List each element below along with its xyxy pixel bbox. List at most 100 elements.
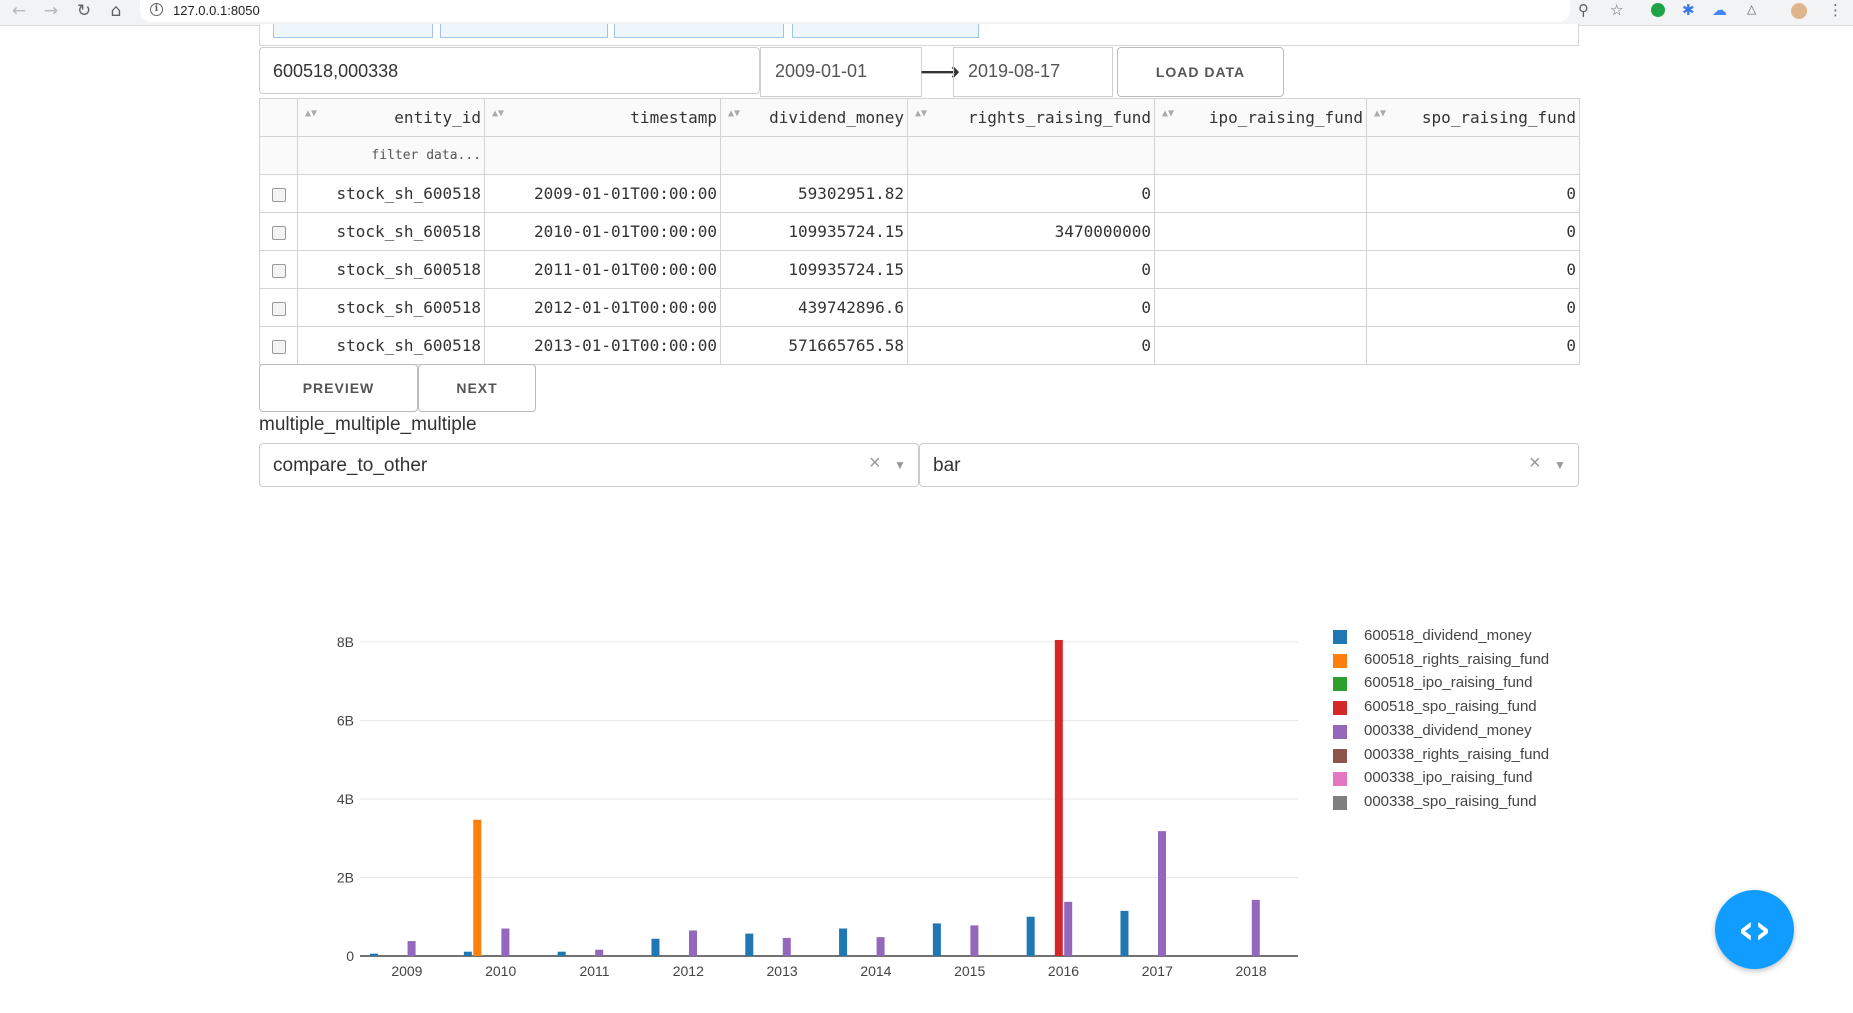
bar-600518_dividend_money-2012[interactable]: [651, 938, 660, 956]
bar-600518_rights_raising_fund-2010[interactable]: [473, 819, 482, 956]
sort-icon[interactable]: ▲▼: [911, 108, 927, 119]
cell-timestamp[interactable]: 2012-01-01T00:00:00: [484, 288, 721, 327]
cell-rights-raising-fund[interactable]: 0: [907, 250, 1155, 289]
cell-timestamp[interactable]: 2013-01-01T00:00:00: [484, 326, 721, 365]
chevron-down-icon[interactable]: ▼: [1554, 458, 1566, 472]
bar-600518_spo_raising_fund-2016[interactable]: [1054, 639, 1063, 956]
sort-icon[interactable]: ▲▼: [301, 108, 317, 119]
bookmark-star-icon[interactable]: ☆: [1610, 1, 1623, 19]
extension-cloud-icon[interactable]: ☁: [1712, 1, 1727, 19]
cell-timestamp[interactable]: 2011-01-01T00:00:00: [484, 250, 721, 289]
bar-000338_dividend_money-2015[interactable]: [970, 925, 979, 956]
chart-type-dropdown[interactable]: bar × ▼: [919, 443, 1579, 487]
filter-input-spo-raising-fund[interactable]: [1366, 136, 1580, 175]
cell-entity-id[interactable]: stock_sh_600518: [297, 326, 485, 365]
cell-dividend-money[interactable]: 109935724.15: [720, 212, 908, 251]
cell-dividend-money[interactable]: 59302951.82: [720, 174, 908, 213]
cell-spo-raising-fund[interactable]: 0: [1366, 174, 1580, 213]
cell-ipo-raising-fund[interactable]: [1154, 288, 1367, 327]
dev-tools-code-button[interactable]: ‹›: [1715, 890, 1794, 969]
extension-warning-icon[interactable]: △: [1747, 2, 1756, 16]
cell-entity-id[interactable]: stock_sh_600518: [297, 212, 485, 251]
sort-icon[interactable]: ▲▼: [1158, 108, 1174, 119]
cell-dividend-money[interactable]: 571665765.58: [720, 326, 908, 365]
cell-spo-raising-fund[interactable]: 0: [1366, 212, 1580, 251]
previous-page-button[interactable]: PREVIEW: [259, 364, 418, 412]
row-checkbox[interactable]: [271, 301, 286, 316]
cell-ipo-raising-fund[interactable]: [1154, 326, 1367, 365]
bar-600518_dividend_money-2010[interactable]: [463, 951, 472, 956]
bar-000338_dividend_money-2011[interactable]: [595, 949, 604, 956]
filter-input-timestamp[interactable]: [484, 136, 721, 175]
cell-rights-raising-fund[interactable]: 0: [907, 326, 1155, 365]
row-select-cell[interactable]: [259, 212, 298, 251]
cell-timestamp[interactable]: 2010-01-01T00:00:00: [484, 212, 721, 251]
sort-icon[interactable]: ▲▼: [488, 108, 504, 119]
row-select-cell[interactable]: [259, 250, 298, 289]
cell-rights-raising-fund[interactable]: 3470000000: [907, 212, 1155, 251]
filter-input-ipo-raising-fund[interactable]: [1154, 136, 1367, 175]
forward-arrow-icon[interactable]: →: [38, 0, 64, 22]
bar-000338_dividend_money-2012[interactable]: [688, 930, 697, 956]
extension-asterisk-icon[interactable]: ✱: [1682, 1, 1695, 19]
column-header-rights-raising-fund[interactable]: ▲▼ rights_raising_fund: [907, 98, 1155, 137]
entity-ids-input[interactable]: 600518,000338: [259, 47, 760, 94]
bar-600518_dividend_money-2015[interactable]: [932, 923, 941, 956]
cell-spo-raising-fund[interactable]: 0: [1366, 326, 1580, 365]
profile-avatar[interactable]: [1791, 3, 1807, 19]
row-checkbox[interactable]: [271, 225, 286, 240]
cell-ipo-raising-fund[interactable]: [1154, 174, 1367, 213]
bar-000338_dividend_money-2010[interactable]: [501, 928, 510, 956]
home-icon[interactable]: ⌂: [103, 0, 129, 22]
cell-spo-raising-fund[interactable]: 0: [1366, 250, 1580, 289]
cell-dividend-money[interactable]: 109935724.15: [720, 250, 908, 289]
bar-600518_dividend_money-2011[interactable]: [557, 951, 566, 956]
column-header-dividend-money[interactable]: ▲▼ dividend_money: [720, 98, 908, 137]
cell-entity-id[interactable]: stock_sh_600518: [297, 250, 485, 289]
back-arrow-icon[interactable]: ←: [6, 0, 32, 22]
zoom-icon[interactable]: ⚲: [1578, 1, 1589, 19]
row-checkbox[interactable]: [271, 339, 286, 354]
info-icon[interactable]: i: [150, 3, 163, 16]
row-checkbox[interactable]: [271, 187, 286, 202]
cell-spo-raising-fund[interactable]: 0: [1366, 288, 1580, 327]
chevron-down-icon[interactable]: ▼: [894, 458, 906, 472]
filter-input-dividend-money[interactable]: [720, 136, 908, 175]
cell-dividend-money[interactable]: 439742896.6: [720, 288, 908, 327]
load-data-button[interactable]: LOAD DATA: [1117, 47, 1284, 97]
sort-icon[interactable]: ▲▼: [724, 108, 740, 119]
analysis-type-dropdown[interactable]: compare_to_other × ▼: [259, 443, 919, 487]
sort-icon[interactable]: ▲▼: [1370, 108, 1386, 119]
next-page-button[interactable]: NEXT: [418, 364, 536, 412]
extension-green-circle-icon[interactable]: [1651, 3, 1665, 17]
row-select-cell[interactable]: [259, 174, 298, 213]
clear-icon[interactable]: ×: [1529, 452, 1541, 475]
column-header-ipo-raising-fund[interactable]: ▲▼ ipo_raising_fund: [1154, 98, 1367, 137]
cell-rights-raising-fund[interactable]: 0: [907, 288, 1155, 327]
bar-600518_dividend_money-2013[interactable]: [745, 933, 754, 956]
column-header-spo-raising-fund[interactable]: ▲▼ spo_raising_fund: [1366, 98, 1580, 137]
filter-input-entity-id[interactable]: filter data...: [297, 136, 485, 175]
column-header-timestamp[interactable]: ▲▼ timestamp: [484, 98, 721, 137]
url-text[interactable]: 127.0.0.1:8050: [173, 3, 260, 18]
menu-kebab-icon[interactable]: ⋮: [1828, 1, 1843, 19]
cell-entity-id[interactable]: stock_sh_600518: [297, 174, 485, 213]
bar-600518_dividend_money-2017[interactable]: [1120, 910, 1129, 956]
bar-600518_dividend_money-2014[interactable]: [839, 928, 848, 956]
bar-000338_dividend_money-2017[interactable]: [1157, 831, 1166, 956]
bar-000338_dividend_money-2009[interactable]: [407, 941, 416, 956]
cell-ipo-raising-fund[interactable]: [1154, 212, 1367, 251]
cell-timestamp[interactable]: 2009-01-01T00:00:00: [484, 174, 721, 213]
bar-000338_dividend_money-2016[interactable]: [1064, 901, 1073, 956]
bar-000338_dividend_money-2014[interactable]: [876, 937, 885, 956]
reload-icon[interactable]: ↻: [71, 0, 97, 22]
column-header-entity-id[interactable]: ▲▼ entity_id: [297, 98, 485, 137]
cell-entity-id[interactable]: stock_sh_600518: [297, 288, 485, 327]
address-bar[interactable]: [140, 0, 1570, 22]
cell-rights-raising-fund[interactable]: 0: [907, 174, 1155, 213]
end-date-input[interactable]: 2019-08-17: [953, 47, 1113, 97]
clear-icon[interactable]: ×: [869, 452, 881, 475]
cell-ipo-raising-fund[interactable]: [1154, 250, 1367, 289]
bar-000338_dividend_money-2013[interactable]: [782, 937, 791, 956]
bar-600518_dividend_money-2016[interactable]: [1026, 916, 1035, 956]
